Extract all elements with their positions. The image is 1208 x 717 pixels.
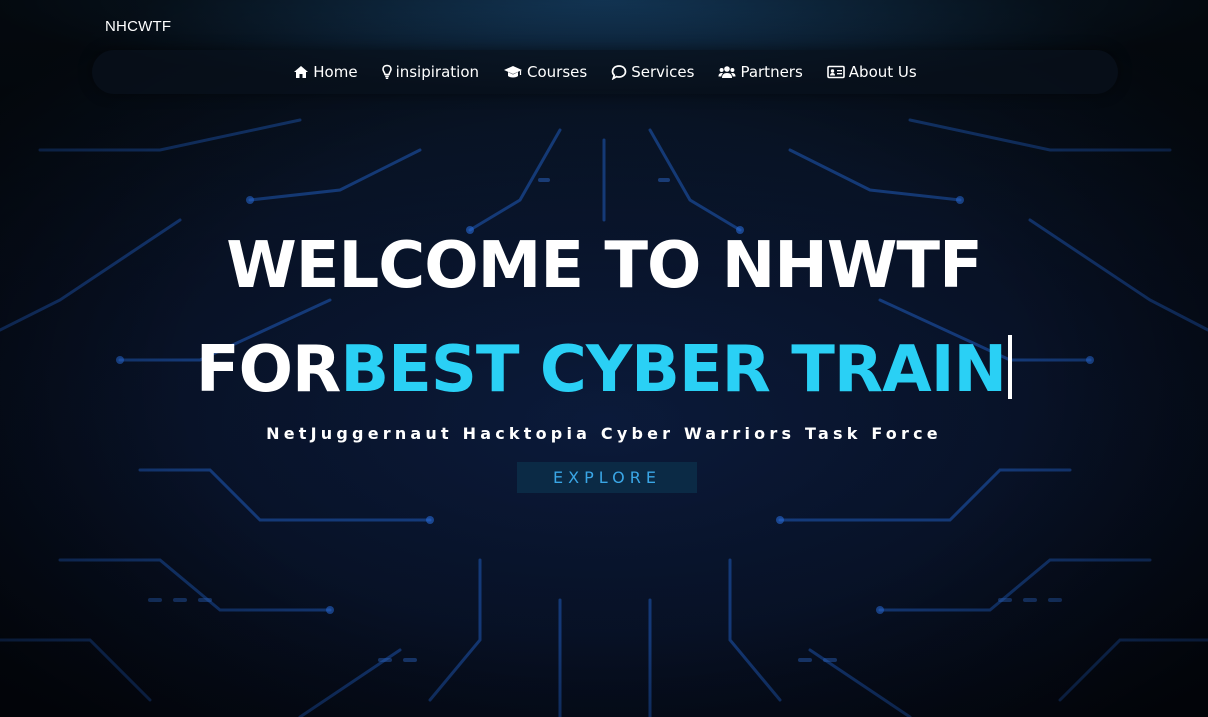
hero-typed-text: BEST CYBER TRAIN: [340, 333, 1007, 407]
graduation-cap-icon: [503, 65, 523, 79]
typing-caret: [1008, 335, 1013, 399]
users-icon: [718, 65, 736, 79]
lightbulb-icon: [381, 64, 392, 80]
nav-item-label: Home: [313, 63, 358, 81]
id-card-icon: [826, 65, 845, 79]
page: NHCWTF Home insipiration Courses Service…: [0, 0, 1208, 717]
main-navbar: Home insipiration Courses Services Partn…: [92, 50, 1118, 94]
nav-item-label: Services: [631, 63, 695, 81]
nav-item-label: About Us: [848, 63, 917, 81]
hero-prefix: FOR: [195, 333, 341, 407]
nav-item-insipiration[interactable]: insipiration: [381, 63, 479, 81]
nav-item-partners[interactable]: Partners: [718, 63, 803, 81]
comment-icon: [611, 64, 627, 80]
hero-heading-line2: FORBEST CYBER TRAIN: [0, 330, 1208, 410]
nav-item-home[interactable]: Home: [293, 63, 358, 81]
hero-heading-line1: WELCOME TO NHWTF: [226, 229, 983, 303]
nav-item-courses[interactable]: Courses: [503, 63, 587, 81]
nav-item-label: Courses: [527, 63, 588, 81]
brand-logo-text[interactable]: NHCWTF: [105, 18, 171, 35]
home-icon: [293, 65, 309, 79]
nav-item-label: insipiration: [395, 63, 479, 81]
explore-button[interactable]: EXPLORE: [517, 462, 697, 493]
nav-item-services[interactable]: Services: [611, 63, 694, 81]
hero-tagline: NetJuggernaut Hacktopia Cyber Warriors T…: [266, 424, 942, 443]
nav-item-about-us[interactable]: About Us: [826, 63, 917, 81]
nav-item-label: Partners: [740, 63, 803, 81]
